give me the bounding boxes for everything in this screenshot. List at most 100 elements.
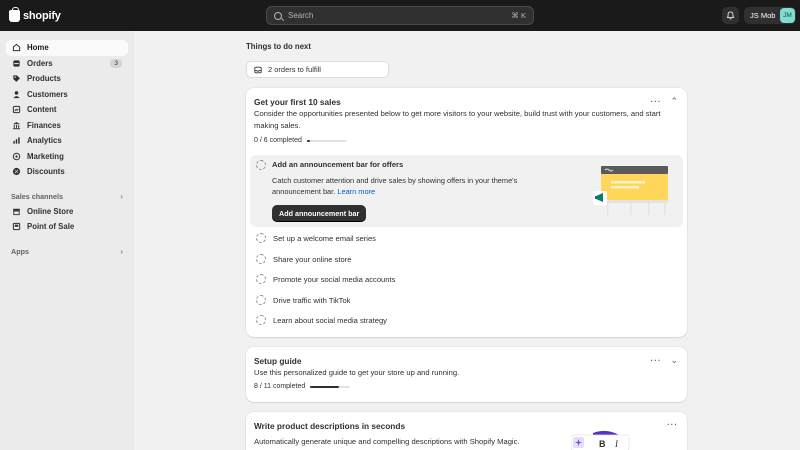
tag-icon [12, 74, 21, 83]
task-status-circle[interactable] [256, 295, 266, 305]
sidebar-item-content[interactable]: Content [6, 102, 128, 118]
card-title: Write product descriptions in seconds [254, 421, 406, 431]
top-bar: shopify Search ⌘ K JS Mob JM [0, 0, 800, 31]
task-welcome-email[interactable]: Set up a welcome email series [256, 233, 376, 243]
svg-text:B: B [599, 439, 606, 449]
add-announcement-bar-button[interactable]: Add announcement bar [272, 205, 367, 221]
setup-guide-card: Setup guide ··· ⌄ Use this personalized … [246, 347, 687, 402]
learn-more-link[interactable]: Learn more [337, 187, 375, 196]
sidebar-item-label: Discounts [27, 167, 65, 177]
announcement-illustration [592, 163, 674, 217]
page-section-title: Things to do next [246, 42, 311, 51]
task-status-circle[interactable] [256, 274, 266, 284]
sidebar-item-point-of-sale[interactable]: Point of Sale [6, 219, 128, 235]
apps-header[interactable]: Apps › [6, 244, 128, 259]
bell-icon [726, 11, 735, 20]
brand-name: shopify [23, 9, 61, 22]
sidebar-item-label: Finances [27, 120, 61, 130]
sidebar-item-online-store[interactable]: Online Store [6, 204, 128, 220]
task-description-text: Catch customer attention and drive sales… [272, 176, 518, 196]
task-title: Add an announcement bar for offers [272, 160, 404, 169]
progress-bar-fill [306, 139, 310, 142]
progress-indicator: 8 / 11 completed [254, 383, 351, 390]
sidebar-item-products[interactable]: Products [6, 71, 128, 87]
task-title: Drive traffic with TikTok [273, 295, 351, 305]
first-sales-card: Get your first 10 sales ··· ⌃ Consider t… [246, 88, 687, 337]
search-placeholder: Search [288, 11, 314, 20]
orders-to-fulfill-button[interactable]: 2 orders to fulfill [246, 61, 389, 78]
sidebar-item-label: Orders [27, 58, 53, 68]
progress-bar [310, 385, 351, 388]
search-shortcut: ⌘ K [511, 11, 526, 20]
progress-label: 8 / 11 completed [254, 383, 306, 390]
person-icon [12, 90, 21, 99]
avatar: JM [780, 8, 795, 23]
task-announcement-bar: Add an announcement bar for offers Catch… [250, 155, 683, 227]
search-icon [274, 11, 282, 20]
sidebar-item-label: Point of Sale [27, 222, 75, 232]
sidebar: Home Orders 3 Products Customers Content… [0, 31, 134, 450]
progress-label: 0 / 6 completed [254, 137, 302, 144]
task-status-circle[interactable] [256, 315, 266, 325]
shopify-bag-icon [9, 6, 20, 22]
main-content: Things to do next 2 orders to fulfill Ge… [134, 31, 800, 450]
sidebar-item-home[interactable]: Home [6, 40, 128, 56]
sidebar-item-label: Content [27, 105, 57, 115]
task-social-strategy[interactable]: Learn about social media strategy [256, 315, 387, 325]
task-title: Share your online store [273, 254, 352, 264]
sidebar-item-discounts[interactable]: Discounts [6, 164, 128, 180]
task-social-media[interactable]: Promote your social media accounts [256, 274, 395, 284]
task-title: Set up a welcome email series [273, 233, 376, 243]
inbox-icon [254, 66, 262, 73]
chart-icon [12, 136, 21, 145]
chevron-down-icon[interactable]: ⌄ [670, 355, 678, 366]
home-icon [12, 43, 21, 52]
shopify-logo[interactable]: shopify [9, 6, 61, 22]
task-tiktok[interactable]: Drive traffic with TikTok [256, 295, 351, 305]
apps-label: Apps [11, 246, 29, 256]
progress-indicator: 0 / 6 completed [254, 137, 347, 144]
more-actions-icon[interactable]: ··· [650, 97, 661, 106]
task-status-circle[interactable] [256, 160, 266, 170]
sidebar-item-finances[interactable]: Finances [6, 118, 128, 134]
notifications-button[interactable] [722, 7, 739, 24]
account-menu-button[interactable]: JS Mob JM [744, 7, 796, 24]
card-title: Get your first 10 sales [254, 97, 341, 107]
store-icon [12, 207, 21, 216]
sidebar-item-customers[interactable]: Customers [6, 87, 128, 103]
more-actions-icon[interactable]: ··· [667, 420, 678, 429]
content-icon [12, 105, 21, 114]
chevron-right-icon: › [120, 246, 123, 256]
search-input[interactable]: Search ⌘ K [266, 6, 534, 25]
orders-count-badge: 3 [110, 58, 122, 68]
sidebar-item-label: Customers [27, 89, 68, 99]
sidebar-item-marketing[interactable]: Marketing [6, 149, 128, 165]
orders-icon [12, 59, 21, 68]
card-title: Setup guide [254, 356, 302, 366]
chevron-up-icon[interactable]: ⌃ [670, 96, 678, 107]
progress-bar-fill [310, 385, 340, 388]
progress-bar [306, 139, 347, 142]
text-editor-illustration: B I [571, 431, 630, 450]
task-status-circle[interactable] [256, 233, 266, 243]
task-description: Catch customer attention and drive sales… [272, 175, 542, 197]
sidebar-item-label: Marketing [27, 151, 64, 161]
pos-icon [12, 222, 21, 231]
sidebar-item-orders[interactable]: Orders 3 [6, 56, 128, 72]
sidebar-item-analytics[interactable]: Analytics [6, 133, 128, 149]
chevron-right-icon: › [120, 191, 123, 201]
orders-to-fulfill-label: 2 orders to fulfill [268, 65, 321, 74]
sales-channels-label: Sales channels [11, 191, 63, 201]
more-actions-icon[interactable]: ··· [650, 356, 661, 365]
card-description: Consider the opportunities presented bel… [254, 109, 661, 130]
task-status-circle[interactable] [256, 254, 266, 264]
target-icon [12, 152, 21, 161]
task-title: Promote your social media accounts [273, 274, 396, 284]
account-name: JS Mob [750, 11, 776, 20]
sales-channels-header[interactable]: Sales channels › [6, 189, 128, 204]
task-title: Learn about social media strategy [273, 315, 387, 325]
card-description: Use this personalized guide to get your … [254, 368, 460, 377]
sidebar-item-label: Online Store [27, 206, 74, 216]
sidebar-item-label: Products [27, 74, 61, 84]
task-share-store[interactable]: Share your online store [256, 254, 352, 264]
